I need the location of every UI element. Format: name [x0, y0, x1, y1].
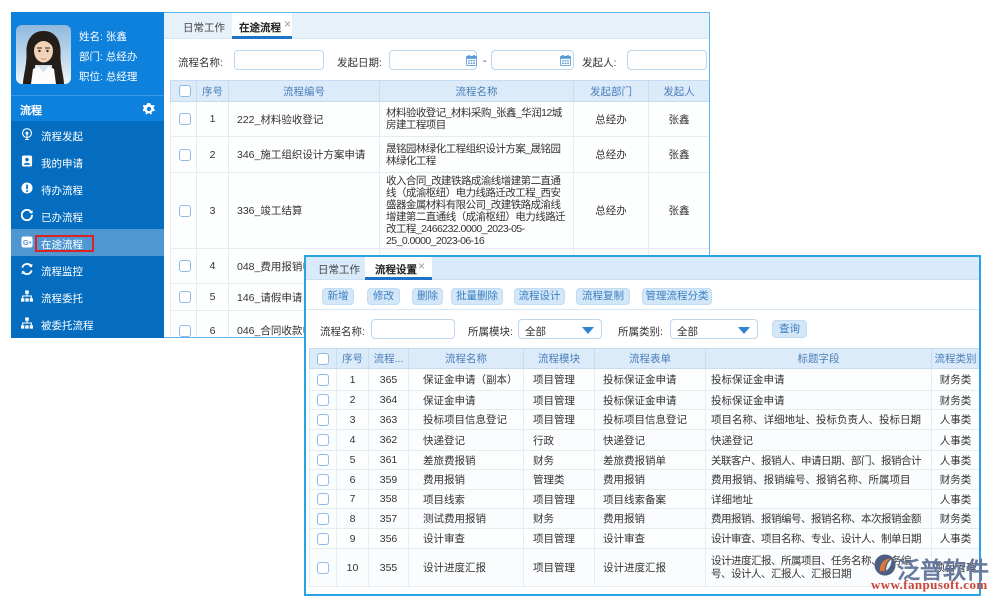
svg-text:G: G — [23, 238, 29, 247]
